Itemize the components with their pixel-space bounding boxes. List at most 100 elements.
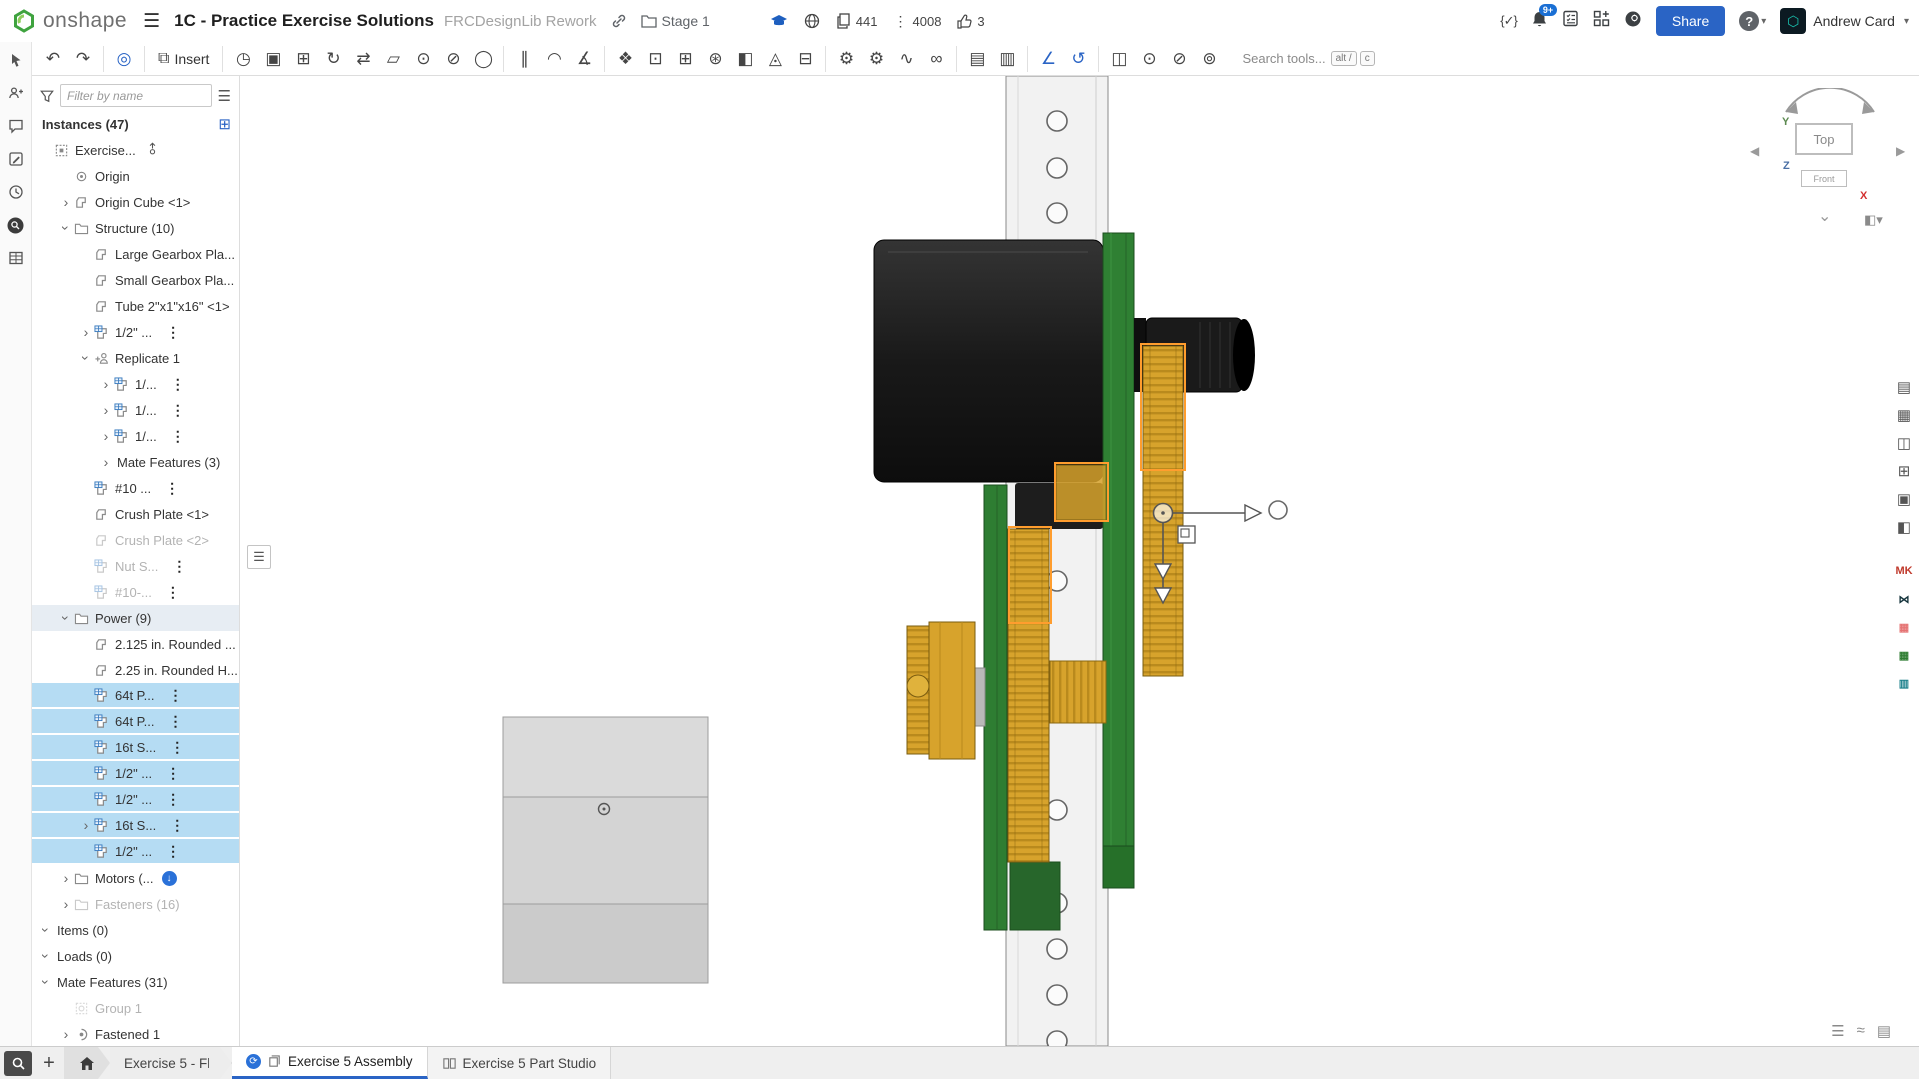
pin-slot-mate-icon[interactable]: ⊘: [440, 46, 466, 72]
exploded-view-icon[interactable]: ◬: [762, 46, 788, 72]
triad-ring[interactable]: [1269, 501, 1287, 519]
mate-group-icon[interactable]: ❖: [612, 46, 638, 72]
configuration-dots-icon[interactable]: ⋮: [166, 324, 180, 341]
mate-relation-icon[interactable]: ∡: [571, 46, 597, 72]
group-icon[interactable]: ▣: [260, 46, 286, 72]
tree-row[interactable]: ›1/2" ...⋮: [32, 761, 239, 787]
tables-panel-icon[interactable]: [6, 248, 26, 268]
document-tab[interactable]: ⟳Exercise 5 Assembly: [232, 1047, 428, 1079]
copies-stat[interactable]: 441: [836, 13, 878, 29]
triad-arrow-right[interactable]: [1245, 505, 1261, 521]
chevron-right-icon[interactable]: ›: [98, 376, 114, 392]
belt-relation-icon[interactable]: ∞: [923, 46, 949, 72]
tree-options-button[interactable]: ☰: [247, 545, 271, 569]
tree-row[interactable]: ›#10-...⋮: [32, 579, 239, 605]
undo-icon[interactable]: ↶: [40, 46, 66, 72]
folder-icon[interactable]: [641, 14, 657, 28]
tree-row[interactable]: ›1/2" ...⋮: [32, 787, 239, 813]
configuration-dots-icon[interactable]: ⋮: [170, 817, 184, 834]
app-spreadsheet-icon[interactable]: ▦: [1893, 644, 1915, 666]
configuration-dots-icon[interactable]: ⋮: [166, 584, 180, 601]
gear-64t-left[interactable]: [1008, 529, 1049, 862]
new-folder-icon[interactable]: ⊞: [218, 115, 231, 133]
likes-stat[interactable]: 3: [957, 14, 984, 29]
section-view-icon[interactable]: ◫: [1106, 46, 1132, 72]
measure-icon[interactable]: ∠: [1035, 46, 1061, 72]
tree-row[interactable]: ›#10 ...⋮: [32, 475, 239, 501]
tree-row[interactable]: ›Fasteners (16): [32, 891, 239, 917]
configuration-dots-icon[interactable]: ⋮: [170, 739, 184, 756]
bottom-plate[interactable]: [503, 717, 708, 983]
display-states-icon[interactable]: ◧: [732, 46, 758, 72]
notifications-button[interactable]: 9+: [1531, 10, 1548, 33]
chevron-right-icon[interactable]: ›: [98, 428, 114, 444]
mate-icon[interactable]: ◷: [230, 46, 256, 72]
ball-mate-icon[interactable]: ◯: [470, 46, 496, 72]
checklist-button[interactable]: [1562, 10, 1579, 32]
planar-mate-icon[interactable]: ▱: [380, 46, 406, 72]
motor[interactable]: [874, 240, 1103, 482]
mass-properties-icon[interactable]: ↺: [1065, 46, 1091, 72]
chevron-down-icon[interactable]: ›: [58, 610, 74, 626]
app-bowtie-icon[interactable]: ⋈: [1893, 588, 1915, 610]
mate-connector-tool-icon[interactable]: ◎: [111, 46, 137, 72]
tree-row[interactable]: ›Mate Features (31): [32, 969, 239, 995]
rack-pinion-relation-icon[interactable]: ⚙: [863, 46, 889, 72]
right-gearbox-plate[interactable]: [1103, 233, 1134, 888]
spotlight-search-icon[interactable]: [6, 215, 26, 235]
bom-table-icon[interactable]: ▤: [964, 46, 990, 72]
tree-row[interactable]: ›Origin: [32, 163, 239, 189]
tab-search-button[interactable]: [4, 1051, 32, 1076]
versions-panel-icon[interactable]: ▣: [1893, 488, 1915, 510]
insert-button[interactable]: ⧉Insert: [152, 46, 215, 72]
chevron-right-icon[interactable]: ›: [98, 402, 114, 418]
link-icon[interactable]: [611, 13, 627, 29]
configurations-panel-icon[interactable]: ▦: [1893, 404, 1915, 426]
app-mkcad-icon[interactable]: MK: [1893, 560, 1915, 582]
circular-pattern-icon[interactable]: ⊛: [702, 46, 728, 72]
rotate-down-arrow[interactable]: ⌄: [1818, 206, 1831, 226]
gear-plate-gold[interactable]: [1056, 465, 1106, 520]
chevron-down-icon[interactable]: ›: [38, 922, 54, 938]
document-tab[interactable]: Exercise 5 - Flip: [110, 1047, 232, 1079]
history-panel-icon[interactable]: [6, 182, 26, 202]
chevron-right-icon[interactable]: ›: [78, 324, 94, 340]
tree-row[interactable]: ›Motors (...↓: [32, 865, 239, 891]
configuration-dots-icon[interactable]: ⋮: [169, 687, 183, 704]
tree-row[interactable]: ›2.125 in. Rounded ...: [32, 631, 239, 657]
update-available-badge[interactable]: ↓: [162, 871, 177, 886]
tree-row[interactable]: ›Large Gearbox Pla...: [32, 241, 239, 267]
tree-row[interactable]: ›Origin Cube <1>: [32, 189, 239, 215]
named-positions-icon[interactable]: ⊟: [792, 46, 818, 72]
tree-row[interactable]: ›64t P...⋮: [32, 683, 239, 709]
configuration-dots-icon[interactable]: ⋮: [165, 480, 179, 497]
filter-input[interactable]: [60, 84, 212, 107]
properties-panel-icon[interactable]: ◧: [1893, 516, 1915, 538]
share-button[interactable]: Share: [1656, 6, 1725, 36]
chevron-right-icon[interactable]: ›: [98, 454, 114, 470]
view-cube-front-face[interactable]: Front: [1801, 170, 1847, 187]
chevron-right-icon[interactable]: ›: [58, 870, 74, 886]
slider-mate-icon[interactable]: ⇄: [350, 46, 376, 72]
home-tab-button[interactable]: [64, 1047, 110, 1079]
tree-row[interactable]: ›1/...⋮: [32, 397, 239, 423]
display-panel-icon[interactable]: ◫: [1893, 432, 1915, 454]
tree-row[interactable]: ›Tube 2"x1"x16" <1>: [32, 293, 239, 319]
tree-row[interactable]: ›Nut S...⋮: [32, 553, 239, 579]
rotate-right-arrow[interactable]: ▶: [1896, 144, 1905, 158]
chevron-right-icon[interactable]: ›: [58, 1026, 74, 1042]
new-tab-button[interactable]: +: [34, 1047, 64, 1079]
tasks-icon[interactable]: {✓}: [1500, 13, 1517, 29]
configuration-dots-icon[interactable]: ⋮: [171, 376, 185, 393]
public-stat[interactable]: [804, 13, 820, 29]
cloud-status-icon[interactable]: ≈: [1857, 1022, 1865, 1040]
view-cube-top-face[interactable]: Top: [1795, 123, 1853, 155]
collaborators-panel-icon[interactable]: [6, 83, 26, 103]
tree-row[interactable]: ›Crush Plate <1>: [32, 501, 239, 527]
app-columns-icon[interactable]: ▥: [1893, 672, 1915, 694]
tree-row[interactable]: ›64t P...⋮: [32, 709, 239, 735]
configuration-dots-icon[interactable]: ⋮: [171, 428, 185, 445]
list-view-icon[interactable]: ☰: [218, 87, 231, 105]
chevron-down-icon[interactable]: ›: [78, 350, 94, 366]
fastened-mate-icon[interactable]: ⊞: [290, 46, 316, 72]
